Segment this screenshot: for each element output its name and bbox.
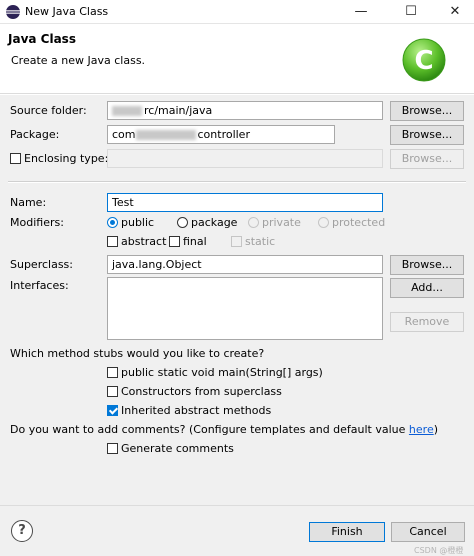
superclass-input[interactable]: java.lang.Object [107, 255, 383, 274]
modifier-static-label: static [245, 235, 276, 248]
stub-main-label: public static void main(String[] args) [121, 366, 323, 379]
interfaces-label: Interfaces: [10, 279, 69, 292]
stub-inherited-checkbox[interactable] [107, 405, 118, 416]
configure-templates-link[interactable]: here [409, 423, 434, 436]
modifier-public-label: public [121, 216, 155, 229]
enclosing-type-checkbox[interactable] [10, 153, 21, 164]
minimize-button[interactable]: — [338, 0, 384, 24]
enclosing-type-browse-button: Browse... [390, 149, 464, 169]
modifier-protected-radio [318, 217, 329, 228]
package-label: Package: [10, 128, 60, 141]
stubs-question: Which method stubs would you like to cre… [10, 347, 265, 360]
package-input[interactable]: com controller [107, 125, 335, 144]
cancel-button[interactable]: Cancel [391, 522, 465, 542]
source-folder-label: Source folder: [10, 104, 87, 117]
modifier-abstract-label: abstract [121, 235, 167, 248]
eclipse-icon [6, 5, 20, 19]
stub-inherited-label: Inherited abstract methods [121, 404, 272, 417]
enclosing-type-label: Enclosing type: [24, 152, 109, 165]
help-icon[interactable]: ? [11, 520, 33, 542]
modifier-final-checkbox[interactable] [169, 236, 180, 247]
wizard-banner: Java Class Create a new Java class. C [0, 25, 474, 94]
maximize-button[interactable]: ☐ [388, 0, 434, 24]
logo-letter: C [414, 46, 433, 76]
interfaces-add-button[interactable]: Add... [390, 278, 464, 298]
title-bar: New Java Class — ☐ ✕ [0, 0, 474, 24]
modifier-abstract-checkbox[interactable] [107, 236, 118, 247]
modifier-static-checkbox [231, 236, 242, 247]
generate-comments-checkbox[interactable] [107, 443, 118, 454]
java-class-icon: C [402, 38, 446, 82]
modifier-public-radio[interactable] [107, 217, 118, 228]
modifier-final-label: final [183, 235, 207, 248]
watermark: CSDN @橙橙 [414, 546, 464, 555]
interfaces-list[interactable] [107, 277, 383, 340]
name-input[interactable]: Test [107, 193, 383, 212]
modifier-protected-label: protected [332, 216, 386, 229]
name-label: Name: [10, 196, 47, 209]
interfaces-remove-button: Remove [390, 312, 464, 332]
enclosing-type-input [107, 149, 383, 168]
generate-comments-label: Generate comments [121, 442, 234, 455]
package-browse-button[interactable]: Browse... [390, 125, 464, 145]
source-folder-browse-button[interactable]: Browse... [390, 101, 464, 121]
banner-title: Java Class [8, 32, 76, 46]
close-button[interactable]: ✕ [432, 0, 474, 24]
finish-button[interactable]: Finish [309, 522, 385, 542]
stub-constructors-label: Constructors from superclass [121, 385, 282, 398]
modifier-package-radio[interactable] [177, 217, 188, 228]
separator [8, 181, 466, 183]
modifier-private-label: private [262, 216, 301, 229]
window-title: New Java Class [25, 5, 109, 18]
modifier-private-radio [248, 217, 259, 228]
stub-constructors-checkbox[interactable] [107, 386, 118, 397]
superclass-label: Superclass: [10, 258, 73, 271]
stub-main-checkbox[interactable] [107, 367, 118, 378]
modifier-package-label: package [191, 216, 238, 229]
comments-question: Do you want to add comments? (Configure … [10, 423, 439, 436]
superclass-browse-button[interactable]: Browse... [390, 255, 464, 275]
modifiers-label: Modifiers: [10, 216, 64, 229]
source-folder-input[interactable]: rc/main/java [107, 101, 383, 120]
banner-subtitle: Create a new Java class. [11, 54, 146, 67]
